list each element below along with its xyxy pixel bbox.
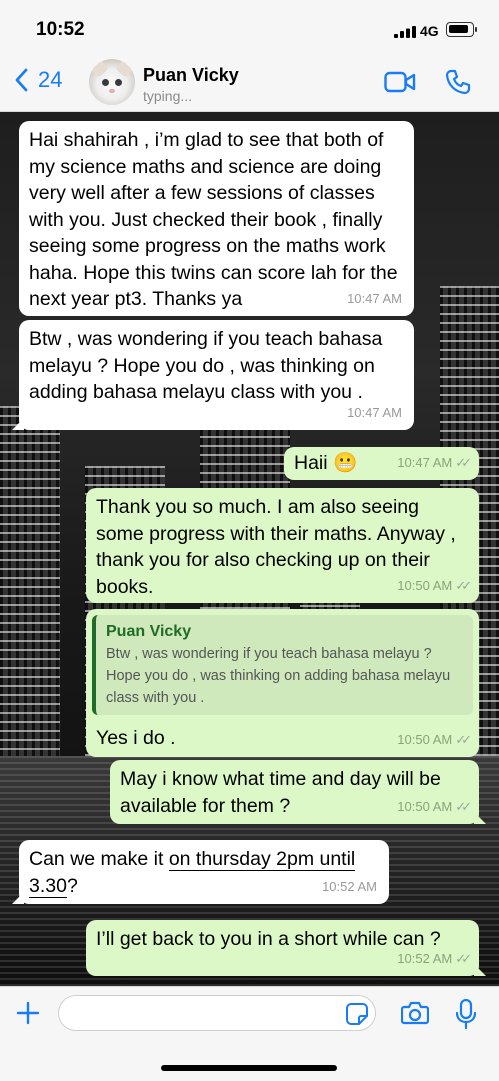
message-incoming[interactable]: Can we make it on thursday 2pm until 3.3…	[12, 840, 389, 904]
video-call-icon[interactable]	[384, 71, 416, 93]
signal-icon	[394, 26, 416, 38]
message-incoming[interactable]: Hai shahirah , i’m glad to see that both…	[19, 121, 414, 316]
microphone-icon[interactable]	[456, 999, 476, 1029]
double-check-icon: ✓✓	[455, 577, 472, 593]
status-bar: 10:52 4G	[0, 0, 499, 55]
contact-name[interactable]: Puan Vicky	[143, 65, 239, 86]
double-check-icon: ✓✓	[455, 950, 472, 966]
home-indicator[interactable]	[161, 1065, 337, 1071]
message-time: 10:50 AM ✓✓	[397, 573, 472, 600]
message-time: 10:47 AM ✓✓	[397, 450, 472, 477]
quoted-text: Btw , was wondering if you teach bahasa …	[106, 646, 451, 706]
plus-icon[interactable]	[16, 1001, 40, 1025]
unread-count: 24	[38, 67, 63, 92]
message-text: I’ll get back to you in a short while ca…	[96, 928, 441, 950]
message-time: 10:47 AM	[347, 290, 402, 306]
quoted-message[interactable]: Puan Vicky Btw , was wondering if you te…	[92, 615, 473, 715]
message-input[interactable]	[58, 995, 376, 1031]
contact-status: typing...	[143, 88, 193, 104]
message-incoming[interactable]: Btw , was wondering if you teach bahasa …	[12, 320, 414, 430]
message-time: 10:52 AM ✓✓	[397, 946, 472, 973]
message-text: Yes i do .	[96, 727, 176, 749]
sticker-icon[interactable]	[346, 1003, 368, 1025]
phone-icon[interactable]	[445, 69, 471, 95]
back-chevron-icon	[15, 68, 28, 92]
back-button[interactable]: 24	[14, 67, 62, 93]
message-time: 10:50 AM ✓✓	[397, 727, 472, 754]
network-type: 4G	[420, 23, 439, 39]
message-outgoing[interactable]: May i know what time and day will be ava…	[110, 760, 486, 824]
message-outgoing[interactable]: Thank you so much. I am also seeing some…	[86, 488, 479, 603]
message-text-before: Can we make it	[29, 848, 169, 870]
message-text-after: ?	[66, 874, 78, 897]
message-outgoing[interactable]: I’ll get back to you in a short while ca…	[86, 920, 486, 976]
message-time: 10:47 AM	[347, 404, 402, 420]
status-time: 10:52	[36, 19, 85, 40]
double-check-icon: ✓✓	[455, 731, 472, 747]
message-outgoing-reply[interactable]: Puan Vicky Btw , was wondering if you te…	[86, 609, 479, 757]
camera-icon[interactable]	[401, 1001, 429, 1025]
chat-area[interactable]: Hai shahirah , i’m glad to see that both…	[0, 112, 499, 986]
message-time: 10:52 AM	[322, 878, 377, 894]
battery-icon	[446, 22, 477, 37]
message-text: May i know what time and day will be ava…	[120, 768, 441, 817]
message-time: 10:50 AM ✓✓	[397, 794, 472, 821]
avatar[interactable]	[89, 59, 135, 105]
message-text: Haii 😬	[294, 452, 358, 474]
message-text: Btw , was wondering if you teach bahasa …	[29, 328, 383, 403]
double-check-icon: ✓✓	[455, 454, 472, 470]
double-check-icon: ✓✓	[455, 798, 472, 814]
message-outgoing[interactable]: Haii 😬 10:47 AM ✓✓	[284, 447, 479, 480]
quoted-sender: Puan Vicky	[106, 623, 192, 640]
chat-header: 24 Puan Vicky typing...	[0, 55, 499, 112]
message-text: Hai shahirah , i’m glad to see that both…	[29, 129, 398, 310]
